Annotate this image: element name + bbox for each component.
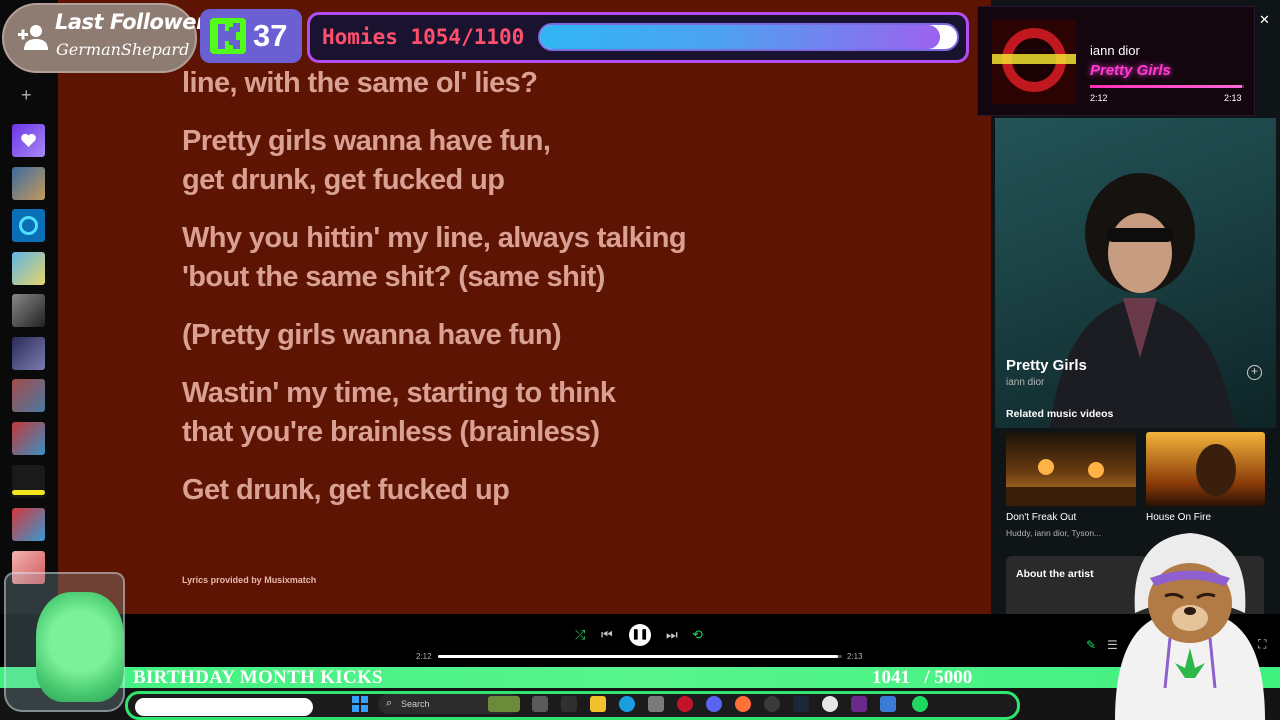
lyric-line: Get drunk, get fucked up — [182, 474, 510, 506]
album-art — [992, 20, 1076, 104]
overlay-progress-fill — [1090, 85, 1243, 88]
song-title[interactable]: Pretty Girls — [1006, 357, 1087, 374]
homies-goal-label: Homies 1054/1100 — [322, 25, 525, 49]
close-icon[interactable]: ✕ — [1259, 12, 1270, 28]
edge-icon[interactable] — [619, 696, 635, 712]
overlay-elapsed-time: 2:12 — [1090, 93, 1108, 103]
about-artist-label: About the artist — [1016, 568, 1094, 580]
sidebar-playlist-7[interactable] — [12, 422, 45, 455]
next-icon[interactable]: ⏭ — [666, 627, 678, 643]
firefox-icon[interactable] — [735, 696, 751, 712]
elapsed-time: 2:12 — [416, 652, 432, 661]
lyrics-panel: line, with the same ol' lies? Pretty gir… — [58, 0, 991, 614]
liked-songs-icon[interactable] — [12, 124, 45, 157]
follower-name: GermanShepard — [56, 40, 190, 59]
discord-icon[interactable] — [706, 696, 722, 712]
taskbar-search-label: Search — [401, 699, 430, 709]
sidebar-playlist-4[interactable] — [12, 294, 45, 327]
lyric-line: Why you hittin' my line, always talking — [182, 222, 687, 254]
sidebar-playlist-9[interactable] — [12, 508, 45, 541]
playback-progress-bar[interactable] — [438, 655, 842, 658]
song-artist[interactable]: iann dior — [1006, 377, 1044, 388]
kick-count: 37 — [253, 18, 288, 53]
opera-icon[interactable] — [677, 696, 693, 712]
related-video-thumbnail[interactable] — [1146, 432, 1265, 506]
sidebar-playlist-5[interactable] — [12, 337, 45, 370]
overlay-artist: iann dior — [1090, 43, 1140, 58]
task-view-icon[interactable] — [532, 696, 548, 712]
app-icon[interactable] — [880, 696, 896, 712]
related-video-artists[interactable]: Huddy, iann dior, Tyson... — [1006, 528, 1101, 538]
create-playlist-icon[interactable]: + — [21, 86, 32, 104]
lyrics-credit[interactable]: Lyrics provided by Musixmatch — [182, 575, 316, 585]
add-to-playlist-icon[interactable]: + — [1247, 365, 1262, 380]
pause-button[interactable]: ❚❚ — [629, 624, 651, 646]
homies-progress-bar — [538, 23, 959, 51]
lyric-line: line, with the same ol' lies? — [182, 67, 538, 99]
homies-progress-fill — [540, 25, 940, 49]
follower-title: Last Follower — [55, 10, 206, 34]
sidebar-playlist-3[interactable] — [12, 252, 45, 285]
library-sidebar: + — [0, 0, 58, 614]
sidebar-playlist-1[interactable] — [12, 167, 45, 200]
shuffle-icon[interactable]: ⤮ — [575, 627, 585, 643]
playback-progress-fill — [438, 655, 838, 658]
goal-label: BIRTHDAY MONTH KICKS — [133, 667, 383, 688]
add-user-icon — [18, 25, 48, 50]
total-time: 2:13 — [847, 652, 863, 661]
artist-video-frame — [1050, 173, 1235, 428]
bear-mascot — [1115, 533, 1265, 720]
repeat-icon[interactable]: ⟲ — [692, 627, 703, 643]
lyric-line: Pretty girls wanna have fun, — [182, 125, 551, 157]
windows-start-icon[interactable] — [352, 696, 368, 712]
file-explorer-icon[interactable] — [590, 696, 606, 712]
overlay-song-title: Pretty Girls — [1090, 62, 1171, 79]
app-icon[interactable] — [648, 696, 664, 712]
tip-jar-contents — [36, 592, 124, 702]
lyric-line: 'bout the same shit? (same shit) — [182, 261, 605, 293]
search-icon: ⌕ — [386, 697, 393, 709]
spotify-icon[interactable] — [912, 696, 928, 712]
sidebar-divider-strip — [12, 490, 45, 495]
sidebar-playlist-6[interactable] — [12, 379, 45, 412]
lyric-line: that you're brainless (brainless) — [182, 416, 600, 448]
lyric-line: Wastin' my time, starting to think — [182, 377, 616, 409]
previous-icon[interactable]: ⏮ — [601, 627, 613, 643]
steam-icon[interactable] — [793, 696, 809, 712]
overlay-total-time: 2:13 — [1224, 93, 1242, 103]
kick-logo-icon — [210, 18, 246, 54]
lyric-line: get drunk, get fucked up — [182, 164, 505, 196]
overlay-progress-bar — [1090, 85, 1244, 88]
obs-icon[interactable] — [822, 696, 838, 712]
terminal-icon[interactable] — [561, 696, 577, 712]
related-video-title[interactable]: Don't Freak Out — [1006, 512, 1076, 523]
lyric-line: (Pretty girls wanna have fun) — [182, 319, 562, 351]
related-video-thumbnail[interactable] — [1006, 432, 1136, 506]
sidebar-playlist-2[interactable] — [12, 209, 45, 242]
taskbar-blank-field — [135, 698, 313, 716]
app-icon[interactable] — [851, 696, 867, 712]
lyrics-icon[interactable]: ✎ — [1086, 637, 1096, 653]
settings-icon[interactable] — [764, 696, 780, 712]
related-videos-heading: Related music videos — [1006, 408, 1114, 420]
taskbar-widget-icon[interactable] — [488, 696, 520, 712]
goal-count: 1041 / 5000 — [872, 667, 973, 688]
